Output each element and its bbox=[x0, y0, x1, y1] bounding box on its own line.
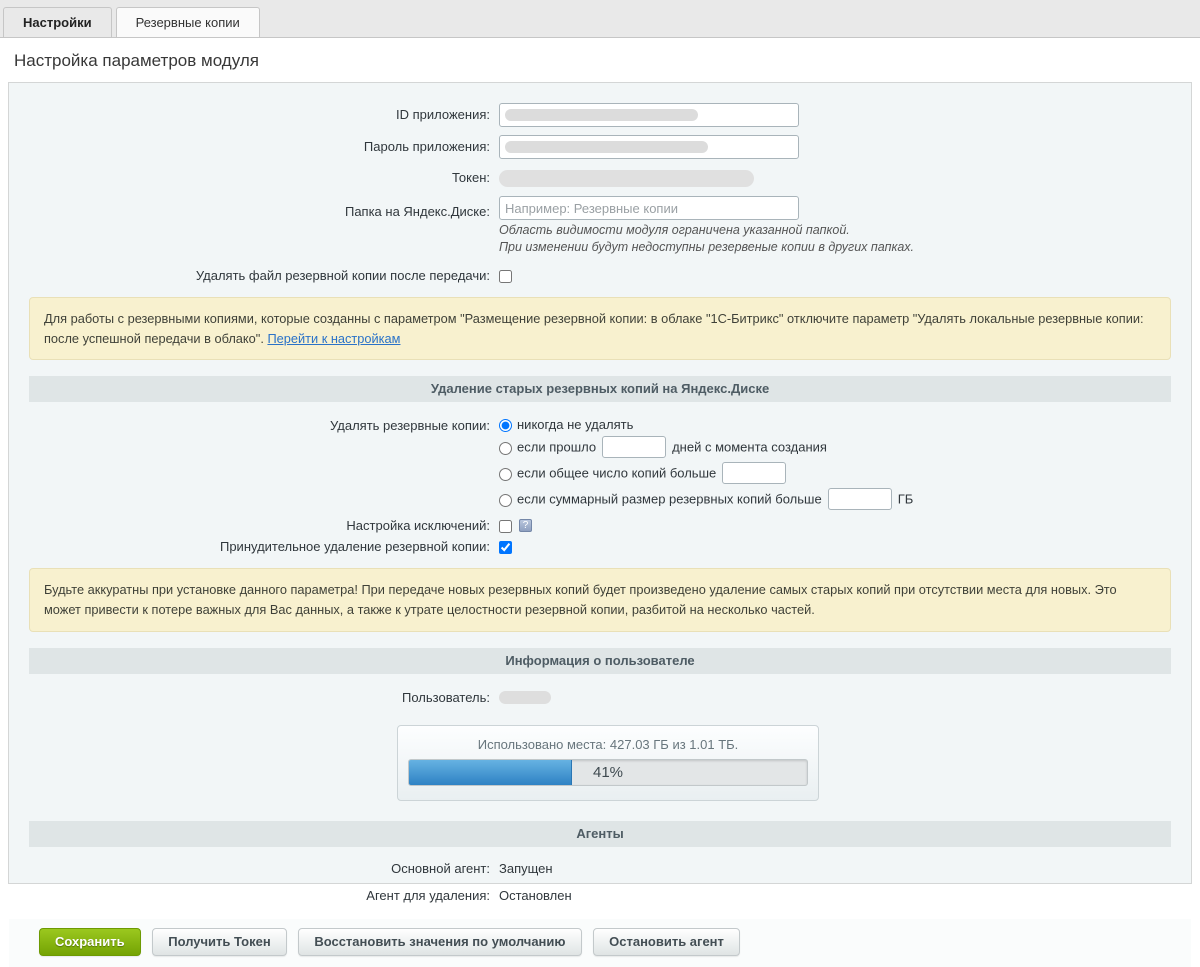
radio-option-count: если общее число копий больше bbox=[499, 462, 913, 484]
radio-option-days: если прошло дней с момента создания bbox=[499, 436, 913, 458]
notice-text: Для работы с резервными копиями, которые… bbox=[44, 311, 1144, 346]
settings-panel: ID приложения: Пароль приложения: Токен:… bbox=[8, 82, 1192, 884]
folder-input[interactable] bbox=[499, 196, 799, 220]
warning-box: Будьте аккуратны при установке данного п… bbox=[29, 568, 1171, 632]
tab-backup-copies[interactable]: Резервные копии bbox=[116, 7, 260, 37]
redacted-value bbox=[499, 170, 754, 187]
force-delete-label: Принудительное удаление резервной копии: bbox=[9, 537, 499, 554]
radio-never-label: никогда не удалять bbox=[517, 417, 633, 432]
section-deletion-title: Удаление старых резервных копий на Яндек… bbox=[29, 376, 1171, 402]
radio-never-delete[interactable] bbox=[499, 419, 512, 432]
radio-copies-count[interactable] bbox=[499, 468, 512, 481]
stop-agent-button[interactable]: Остановить агент bbox=[593, 928, 740, 956]
token-row: Токен: bbox=[9, 167, 1191, 190]
redacted-value bbox=[505, 109, 698, 121]
help-icon[interactable]: ? bbox=[519, 519, 532, 532]
days-input[interactable] bbox=[602, 436, 666, 458]
section-agents-title: Агенты bbox=[29, 821, 1171, 847]
redacted-value bbox=[499, 691, 551, 704]
radio-size-prefix: если суммарный размер резервных копий бо… bbox=[517, 492, 822, 507]
radio-total-size[interactable] bbox=[499, 494, 512, 507]
app-id-row: ID приложения: bbox=[9, 103, 1191, 127]
radio-days-prefix: если прошло bbox=[517, 440, 596, 455]
folder-hint-line-2: При изменении будут недоступны резервены… bbox=[499, 239, 914, 256]
total-size-input[interactable] bbox=[828, 488, 892, 510]
get-token-button[interactable]: Получить Токен bbox=[152, 928, 286, 956]
main-agent-label: Основной агент: bbox=[9, 861, 499, 876]
section-user-title: Информация о пользователе bbox=[29, 648, 1171, 674]
radio-count-prefix: если общее число копий больше bbox=[517, 466, 716, 481]
page-title: Настройка параметров модуля bbox=[0, 38, 1200, 82]
goto-settings-link[interactable]: Перейти к настройкам bbox=[267, 331, 400, 346]
delete-agent-status: Остановлен bbox=[499, 888, 572, 903]
save-button[interactable]: Сохранить bbox=[39, 928, 141, 956]
tab-settings[interactable]: Настройки bbox=[3, 7, 112, 37]
folder-label: Папка на Яндекс.Диске: bbox=[9, 196, 499, 219]
delete-after-transfer-checkbox[interactable] bbox=[499, 270, 512, 283]
disk-usage-label: Использовано места: 427.03 ГБ из 1.01 ТБ… bbox=[408, 737, 808, 752]
disk-usage-percent: 41% bbox=[409, 760, 807, 786]
app-password-input[interactable] bbox=[499, 135, 799, 159]
restore-defaults-button[interactable]: Восстановить значения по умолчанию bbox=[298, 928, 581, 956]
radio-size-suffix: ГБ bbox=[898, 492, 914, 507]
radio-option-never: никогда не удалять bbox=[499, 416, 913, 432]
user-label: Пользователь: bbox=[9, 688, 499, 705]
exceptions-label: Настройка исключений: bbox=[9, 516, 499, 533]
delete-after-transfer-row: Удалять файл резервной копии после перед… bbox=[9, 266, 1191, 283]
main-agent-status: Запущен bbox=[499, 861, 553, 876]
token-label: Токен: bbox=[9, 167, 499, 185]
redacted-value bbox=[505, 141, 708, 153]
delete-agent-row: Агент для удаления: Остановлен bbox=[9, 888, 1191, 903]
exceptions-row: Настройка исключений: ? bbox=[9, 516, 1191, 533]
exceptions-checkbox[interactable] bbox=[499, 520, 512, 533]
folder-row: Папка на Яндекс.Диске: Область видимости… bbox=[9, 196, 1191, 256]
folder-hint-line-1: Область видимости модуля ограничена указ… bbox=[499, 222, 914, 239]
force-delete-checkbox[interactable] bbox=[499, 541, 512, 554]
radio-option-size: если суммарный размер резервных копий бо… bbox=[499, 488, 913, 510]
buttons-bar: Сохранить Получить Токен Восстановить зн… bbox=[9, 919, 1191, 967]
app-id-label: ID приложения: bbox=[9, 103, 499, 122]
force-delete-row: Принудительное удаление резервной копии: bbox=[9, 537, 1191, 554]
app-password-label: Пароль приложения: bbox=[9, 135, 499, 154]
radio-days-suffix: дней с момента создания bbox=[672, 440, 827, 455]
main-agent-row: Основной агент: Запущен bbox=[9, 861, 1191, 876]
app-password-row: Пароль приложения: bbox=[9, 135, 1191, 159]
copies-count-input[interactable] bbox=[722, 462, 786, 484]
disk-usage-track: 41% bbox=[408, 759, 808, 786]
app-id-input[interactable] bbox=[499, 103, 799, 127]
radio-days-passed[interactable] bbox=[499, 442, 512, 455]
delete-copies-row: Удалять резервные копии: никогда не удал… bbox=[9, 416, 1191, 514]
delete-after-transfer-label: Удалять файл резервной копии после перед… bbox=[9, 266, 499, 283]
user-row: Пользователь: bbox=[9, 688, 1191, 707]
delete-copies-label: Удалять резервные копии: bbox=[9, 416, 499, 433]
notice-box: Для работы с резервными копиями, которые… bbox=[29, 297, 1171, 361]
disk-usage-widget: Использовано места: 427.03 ГБ из 1.01 ТБ… bbox=[397, 725, 819, 801]
delete-agent-label: Агент для удаления: bbox=[9, 888, 499, 903]
tab-bar: Настройки Резервные копии bbox=[0, 0, 1200, 38]
